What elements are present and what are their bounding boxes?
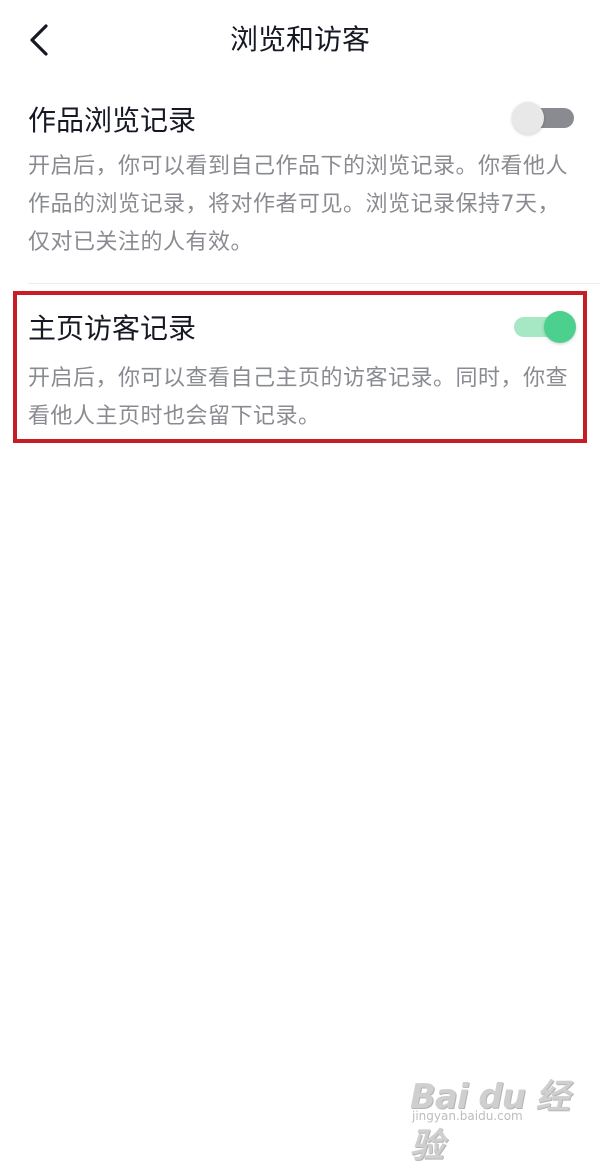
- watermark-url: jingyan.baidu.com: [412, 1109, 523, 1123]
- setting-profile-visitor-history: 主页访客记录 开启后，你可以查看自己主页的访客记录。同时，你查看他人主页时也会留…: [0, 0, 600, 440]
- toggle-knob: [544, 311, 576, 343]
- setting-title: 主页访客记录: [28, 312, 197, 345]
- baidu-jingyan-watermark: Bai du 经验 jingyan.baidu.com: [410, 1057, 570, 1166]
- setting-description: 开启后，你可以查看自己主页的访客记录。同时，你查看他人主页时也会留下记录。: [28, 366, 569, 429]
- profile-visitor-history-toggle[interactable]: [514, 311, 576, 343]
